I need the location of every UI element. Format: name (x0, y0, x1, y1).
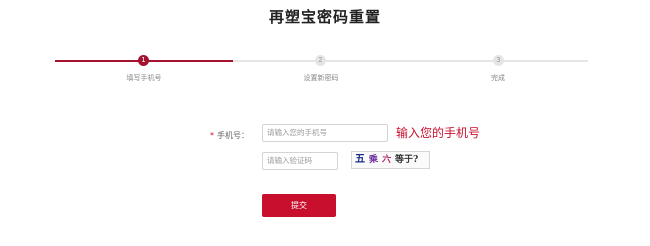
captcha-char-3: 六 (381, 154, 392, 166)
step-1-label: 填写手机号 (126, 74, 162, 82)
step-3-label: 完成 (491, 74, 505, 82)
step-3-indicator: 3 (493, 55, 504, 66)
phone-field-label: * 手机号： (210, 130, 249, 141)
phone-input[interactable]: 请输入您的手机号 (262, 124, 388, 142)
captcha-char-4: 等于? (395, 155, 419, 165)
page-title: 再塑宝密码重置 (268, 8, 381, 26)
step-2-label: 设置新密码 (303, 74, 339, 82)
step-2-indicator: 2 (315, 55, 326, 66)
captcha-char-1: 五 (355, 154, 365, 165)
submit-button[interactable]: 提交 (262, 194, 336, 217)
phone-label-text: 手机号： (217, 131, 249, 140)
phone-hint: 输入您的手机号 (396, 126, 481, 140)
required-mark: * (210, 131, 214, 140)
progress-track-remaining (233, 60, 588, 62)
verification-code-input[interactable]: 请输入验证码 (262, 152, 338, 170)
captcha-char-2: 乘 (368, 154, 379, 166)
step-1-indicator: 1 (138, 55, 149, 66)
captcha-image[interactable]: 五乘六等于? (351, 151, 430, 169)
